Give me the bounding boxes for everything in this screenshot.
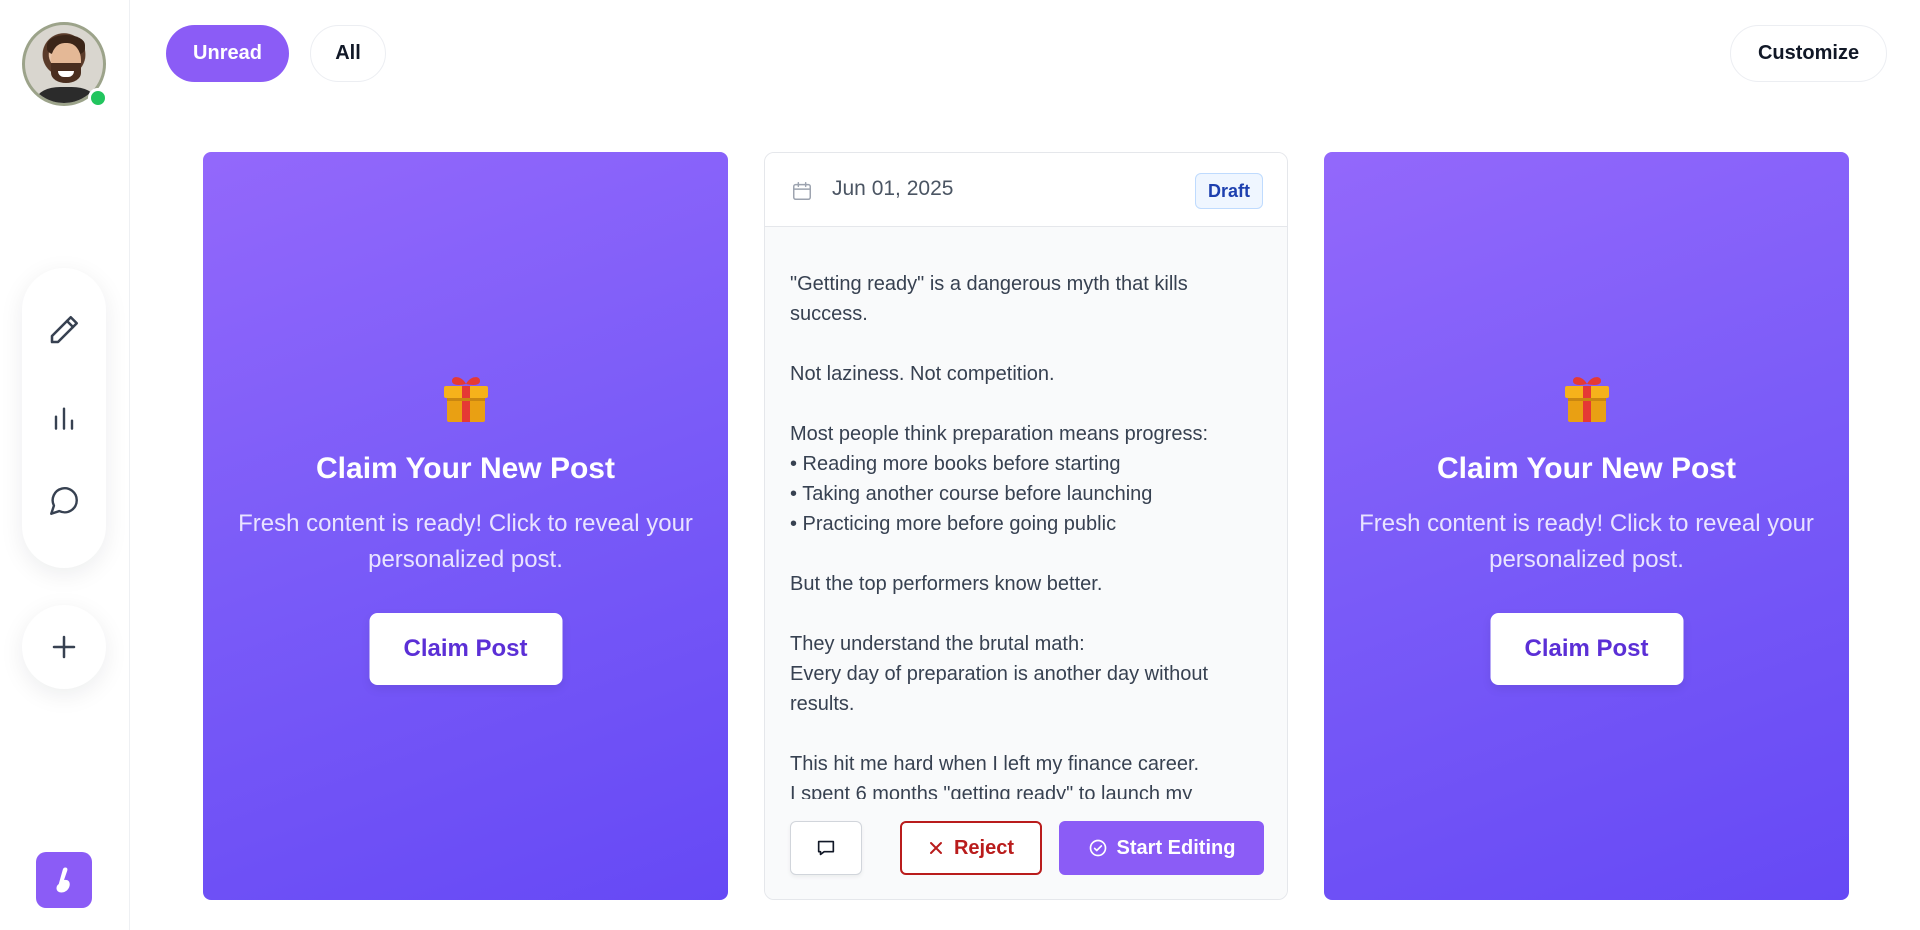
post-text-line: • Practicing more before going public: [790, 513, 1117, 535]
post-text-line: Every day of preparation is another day …: [790, 663, 1209, 715]
gift-icon: [438, 370, 494, 426]
start-editing-button[interactable]: Start Editing: [1059, 821, 1264, 875]
post-text-line: Not laziness. Not competition.: [790, 363, 1055, 385]
claim-post-card: Claim Your New Post Fresh content is rea…: [203, 152, 728, 900]
user-avatar[interactable]: [22, 22, 108, 108]
post-text-line: Most people think preparation means prog…: [790, 423, 1209, 445]
online-status-indicator: [88, 88, 108, 108]
bar-chart-icon[interactable]: [44, 398, 84, 438]
post-text-line: But the top performers know better.: [790, 573, 1103, 595]
comment-button[interactable]: [790, 821, 862, 875]
card-title: Claim Your New Post: [1437, 452, 1736, 485]
chat-bubble-icon[interactable]: [44, 481, 84, 521]
check-circle-icon: [1089, 839, 1106, 857]
start-editing-label: Start Editing: [1116, 836, 1236, 859]
post-text-line: They understand the brutal math:: [790, 633, 1085, 655]
filter-all-button[interactable]: All: [310, 25, 386, 82]
reject-label: Reject: [953, 836, 1015, 859]
card-subtitle: Fresh content is ready! Click to reveal …: [238, 510, 693, 573]
pencil-icon[interactable]: [44, 310, 84, 350]
card-title: Claim Your New Post: [316, 452, 615, 485]
claim-post-button[interactable]: Claim Post: [369, 613, 562, 685]
post-date: Jun 01, 2025: [832, 177, 954, 200]
sidebar: [0, 0, 130, 930]
post-text-line: "Getting ready" is a dangerous myth that…: [790, 273, 1188, 325]
post-text-line: • Reading more books before starting: [790, 453, 1121, 475]
calendar-icon: [793, 182, 811, 200]
comment-icon: [817, 840, 835, 856]
post-content: "Getting ready" is a dangerous myth that…: [790, 269, 1262, 799]
claim-post-button[interactable]: Claim Post: [1490, 613, 1683, 685]
gift-icon: [1559, 370, 1615, 426]
post-text-line: This hit me hard when I left my finance …: [790, 753, 1200, 775]
plus-icon: [52, 635, 76, 659]
post-text-line: • Taking another course before launching: [790, 483, 1153, 505]
close-icon: [929, 842, 942, 854]
claim-post-card: Claim Your New Post Fresh content is rea…: [1324, 152, 1849, 900]
add-button[interactable]: [22, 605, 106, 689]
reject-button[interactable]: Reject: [900, 821, 1042, 875]
app-window: Unread All Customize Claim Your New Post…: [0, 0, 1920, 930]
card-subtitle: Fresh content is ready! Click to reveal …: [1359, 510, 1814, 573]
tool-menu: [22, 268, 106, 568]
post-card-header: Jun 01, 2025 Draft: [765, 153, 1287, 227]
customize-button[interactable]: Customize: [1730, 25, 1887, 82]
status-badge: Draft: [1194, 173, 1263, 209]
post-card: Jun 01, 2025 Draft "Getting ready" is a …: [764, 152, 1288, 900]
brand-logo-icon[interactable]: [36, 852, 92, 908]
post-text-line: I spent 6 months "getting ready" to laun…: [790, 783, 1193, 799]
filter-unread-button[interactable]: Unread: [166, 25, 289, 82]
